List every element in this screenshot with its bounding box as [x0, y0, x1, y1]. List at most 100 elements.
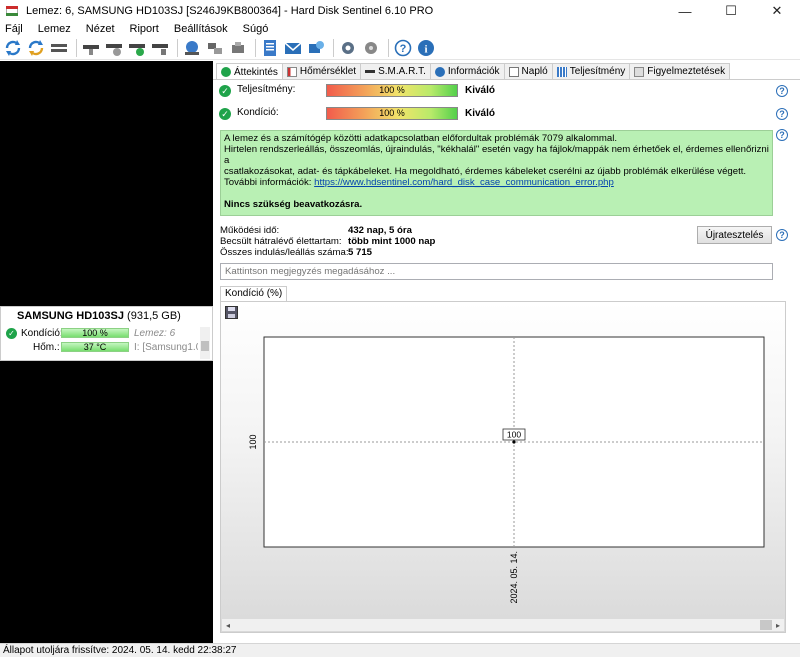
menu-help[interactable]: Súgó [243, 23, 269, 35]
toolbar-separator [76, 38, 77, 57]
tab-label: Hőmérséklet [299, 66, 357, 77]
status-message-box: A lemez és a számítógép közötti adatkapc… [220, 130, 773, 216]
disk-info-icon[interactable] [81, 38, 101, 58]
send-icon[interactable] [306, 38, 326, 58]
tab-alerts[interactable]: Figyelmeztetések [629, 63, 731, 79]
close-button[interactable]: ✕ [754, 0, 800, 22]
lifetime-label: Becsült hátralévő élettartam: [220, 236, 342, 247]
message-line: Hirtelen rendszerleállás, összeomlás, új… [224, 144, 769, 166]
help-disk-icon[interactable] [361, 38, 381, 58]
menu-bar: Fájl Lemez Nézet Riport Beállítások Súgó [0, 22, 800, 36]
disk-volume: I: [Samsung1.0TB [134, 342, 198, 353]
tab-smart[interactable]: S.M.A.R.T. [360, 63, 431, 79]
toolbar-separator [333, 38, 334, 57]
tab-information[interactable]: Információk [429, 63, 505, 79]
chart-area: 100 2024. 05. 14. 100 ◂ ▸ [220, 301, 786, 633]
lifetime-value: több mint 1000 nap [348, 236, 436, 247]
settings-icon[interactable] [338, 38, 358, 58]
refresh-icon[interactable] [3, 38, 23, 58]
data-point [512, 440, 516, 444]
maximize-button[interactable]: ☐ [708, 0, 754, 22]
performance-status: Kiváló [465, 85, 496, 96]
globe-icon[interactable] [182, 38, 202, 58]
performance-bar: 100 % [326, 84, 458, 97]
scroll-right-icon[interactable]: ▸ [772, 619, 784, 631]
log-icon [508, 66, 519, 77]
menu-file[interactable]: Fájl [5, 23, 23, 35]
tab-strip: Áttekintés Hőmérséklet S.M.A.R.T. Inform… [216, 63, 731, 80]
performance-row: ✓ Teljesítmény: 100 % Kiváló [219, 84, 779, 98]
tab-condition-chart[interactable]: Kondíció (%) [220, 286, 288, 302]
menu-report[interactable]: Riport [130, 23, 159, 35]
svg-text:i: i [424, 43, 427, 55]
scroll-left-icon[interactable]: ◂ [222, 619, 234, 631]
report-icon[interactable] [260, 38, 280, 58]
retest-button[interactable]: Újratesztelés [697, 226, 772, 244]
minimize-button[interactable]: — [662, 0, 708, 22]
mail-icon[interactable] [283, 38, 303, 58]
y-tick-label: 100 [248, 434, 258, 449]
toolbar-separator [177, 38, 178, 57]
note-input[interactable] [220, 263, 773, 280]
tab-label: Napló [521, 66, 548, 77]
disk-size: (931,5 GB) [127, 310, 181, 322]
scrollbar-thumb[interactable] [201, 341, 209, 351]
disk-card[interactable]: SAMSUNG HD103SJ (931,5 GB) ✓ Kondíció: 1… [0, 306, 213, 361]
toolbar-separator [255, 38, 256, 57]
app-logo-icon [6, 6, 18, 16]
check-icon: ✓ [219, 85, 231, 97]
check-icon [221, 67, 231, 77]
condition-help-icon[interactable]: ? [776, 108, 788, 120]
tab-performance[interactable]: Teljesítmény [551, 63, 631, 79]
disk-temp-value: 37 °C [83, 342, 107, 352]
more-info-line: További információk: https://www.hdsenti… [224, 177, 769, 188]
check-icon: ✓ [6, 328, 17, 339]
window-title: Lemez: 6, SAMSUNG HD103SJ [S246J9KB80036… [26, 5, 434, 17]
condition-row: ✓ Kondíció: 100 % Kiváló [219, 107, 779, 121]
disk-card-scrollbar[interactable] [200, 327, 210, 359]
x-tick-label: 2024. 05. 14. [509, 551, 519, 604]
info-icon [434, 66, 445, 77]
menu-settings[interactable]: Beállítások [174, 23, 228, 35]
thermometer-icon [286, 66, 297, 77]
menu-view[interactable]: Nézet [86, 23, 115, 35]
disk-temp-label: Hőm.: [33, 342, 60, 353]
more-info-prefix: További információk: [224, 177, 315, 188]
tab-log[interactable]: Napló [503, 63, 553, 79]
starts-value: 5 715 [348, 247, 373, 258]
disk-check-icon[interactable] [127, 38, 147, 58]
tab-divider [213, 79, 800, 80]
chart-horizontal-scrollbar[interactable]: ◂ ▸ [222, 619, 784, 631]
tab-label: Figyelmeztetések [647, 66, 726, 77]
tab-label: Teljesítmény [569, 66, 626, 77]
uptime-value: 432 nap, 5 óra [348, 225, 412, 236]
disk-card-title: SAMSUNG HD103SJ (931,5 GB) [17, 310, 181, 322]
performance-value: 100 % [379, 85, 405, 95]
disk-list-icon[interactable] [49, 38, 69, 58]
disk-test-icon[interactable] [104, 38, 124, 58]
toolbar-separator [388, 38, 389, 57]
disk-name: SAMSUNG HD103SJ [17, 310, 124, 322]
disk-condition-bar: 100 % [61, 328, 129, 338]
refresh-all-icon[interactable] [26, 38, 46, 58]
data-label: 100 [507, 430, 521, 440]
retest-help-icon[interactable]: ? [776, 229, 788, 241]
performance-label: Teljesítmény: [237, 84, 296, 95]
disk-list-panel: SAMSUNG HD103SJ (931,5 GB) ✓ Kondíció: 1… [0, 61, 213, 643]
info-icon[interactable]: i [416, 38, 436, 58]
help-icon[interactable]: ? [393, 38, 413, 58]
scrollbar-thumb[interactable] [760, 620, 772, 630]
toolbar: ? i [0, 36, 800, 60]
tab-temperature[interactable]: Hőmérséklet [281, 63, 362, 79]
network-icon[interactable] [205, 38, 225, 58]
tab-overview[interactable]: Áttekintés [216, 63, 283, 80]
tools-icon[interactable] [228, 38, 248, 58]
message-help-icon[interactable]: ? [776, 129, 788, 141]
more-info-link[interactable]: https://www.hdsentinel.com/hard_disk_cas… [314, 177, 614, 188]
disk-error-icon[interactable] [150, 38, 170, 58]
message-line: csatlakozásokat, adat- és tápkábeleket. … [224, 166, 747, 177]
performance-help-icon[interactable]: ? [776, 85, 788, 97]
menu-disk[interactable]: Lemez [38, 23, 71, 35]
performance-icon [556, 66, 567, 77]
condition-bar: 100 % [326, 107, 458, 120]
